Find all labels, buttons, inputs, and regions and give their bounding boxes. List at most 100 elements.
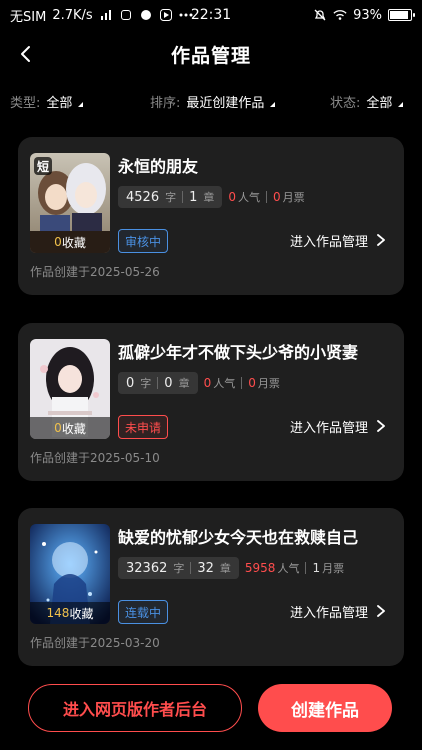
popularity-count: 0	[228, 190, 237, 204]
state-filter[interactable]: 状态: 全部	[330, 92, 404, 111]
manage-work-link[interactable]: 进入作品管理	[290, 600, 386, 622]
type-filter-label: 类型:	[10, 95, 41, 111]
popularity-unit: 人气	[213, 377, 236, 390]
monthly-tickets: 0 月票	[273, 189, 305, 205]
cover-favorites: 0 收藏	[30, 231, 110, 253]
popularity-unit: 人气	[238, 191, 261, 204]
favorites-count: 148	[46, 606, 70, 620]
favorites-label: 收藏	[61, 421, 86, 436]
book-cover[interactable]: 148 收藏	[30, 524, 110, 624]
cover-favorites: 0 收藏	[30, 417, 110, 439]
page-title: 作品管理	[170, 44, 251, 67]
work-card[interactable]: 0 收藏 孤僻少年才不做下头少爷的小贤妻 0 字 0 章 0 人气 0 月票 未…	[18, 323, 404, 481]
word-unit: 字	[165, 191, 177, 204]
status-left: 无SIM 2.7K/s	[10, 6, 193, 25]
book-title[interactable]: 缺爱的忧郁少女今天也在救赎自己	[118, 524, 358, 548]
popularity-count: 0	[203, 376, 212, 390]
word-count: 32362	[126, 560, 168, 576]
book-title[interactable]: 孤僻少年才不做下头少爷的小贤妻	[118, 339, 358, 363]
divider	[182, 191, 184, 203]
status-bar: 无SIM 2.7K/s 22:31 93%	[0, 0, 422, 30]
dropdown-caret-icon	[78, 101, 84, 107]
dropdown-caret-icon	[398, 101, 404, 107]
carrier-label: 无SIM	[10, 9, 47, 25]
type-filter[interactable]: 类型: 全部	[10, 92, 84, 111]
word-unit: 字	[173, 562, 185, 575]
chapter-unit: 章	[219, 562, 231, 575]
monthly-count: 1	[312, 561, 321, 575]
chevron-right-icon	[377, 605, 385, 617]
chapter-count: 1	[189, 189, 198, 205]
chevron-left-icon	[21, 46, 30, 62]
top-bar: 作品管理	[0, 30, 422, 78]
chapter-count: 32	[197, 560, 214, 576]
book-cover[interactable]: 0 收藏	[30, 339, 110, 439]
state-filter-value: 全部	[366, 95, 393, 111]
status-right: 93%	[313, 7, 415, 23]
battery-percent: 93%	[353, 7, 382, 23]
monthly-tickets: 0 月票	[248, 375, 280, 391]
divider	[266, 191, 268, 203]
sort-filter-label: 排序:	[150, 95, 181, 111]
favorites-count: 0	[54, 235, 62, 249]
popularity: 0 人气	[228, 189, 260, 205]
divider	[241, 377, 243, 389]
chevron-right-icon	[377, 234, 385, 246]
favorites-label: 收藏	[69, 606, 94, 621]
divider	[190, 562, 192, 574]
book-title[interactable]: 永恒的朋友	[118, 153, 198, 177]
words-chapters-pill: 0 字 0 章	[118, 372, 198, 394]
create-work-button[interactable]: 创建作品	[258, 684, 392, 732]
work-card[interactable]: 148 收藏 缺爱的忧郁少女今天也在救赎自己 32362 字 32 章 5958…	[18, 508, 404, 666]
monthly-unit: 月票	[282, 191, 305, 204]
stats-row: 0 字 0 章 0 人气 0 月票	[118, 371, 280, 395]
popularity-unit: 人气	[277, 562, 300, 575]
book-cover[interactable]: 短 0 收藏	[30, 153, 110, 253]
app-icon-1	[119, 8, 133, 22]
divider	[305, 562, 307, 574]
signal-icon	[99, 8, 113, 22]
stats-row: 32362 字 32 章 5958 人气 1 月票	[118, 556, 344, 580]
status-badge: 未申请	[118, 415, 169, 439]
created-date: 作品创建于2025-05-26	[30, 265, 160, 279]
favorites-label: 收藏	[61, 235, 86, 250]
chapter-unit: 章	[178, 377, 190, 390]
bell-off-icon	[313, 8, 327, 22]
stats-row: 4526 字 1 章 0 人气 0 月票	[118, 185, 305, 209]
words-chapters-pill: 4526 字 1 章	[118, 186, 223, 208]
back-button[interactable]	[10, 38, 42, 70]
popularity-count: 5958	[244, 561, 276, 575]
chevron-right-icon	[377, 420, 385, 432]
word-count: 4526	[126, 189, 160, 205]
status-badge: 连载中	[118, 600, 169, 624]
short-story-tag: 短	[34, 157, 52, 175]
popularity: 0 人气	[204, 375, 236, 391]
network-speed: 2.7K/s	[52, 7, 93, 23]
web-author-backend-button[interactable]: 进入网页版作者后台	[28, 684, 242, 732]
sort-filter[interactable]: 排序: 最近创建作品	[150, 92, 276, 111]
word-count: 0	[126, 375, 135, 391]
app-icon-2	[139, 8, 153, 22]
created-date: 作品创建于2025-05-10	[30, 451, 160, 465]
monthly-tickets: 1 月票	[312, 560, 344, 576]
manage-work-link[interactable]: 进入作品管理	[290, 229, 386, 251]
words-chapters-pill: 32362 字 32 章	[118, 557, 239, 579]
chapter-count: 0	[164, 375, 173, 391]
work-card[interactable]: 短 0 收藏 永恒的朋友 4526 字 1 章 0 人气 0 月票 审核中 进入…	[18, 137, 404, 295]
chapter-unit: 章	[203, 191, 215, 204]
divider	[157, 377, 159, 389]
word-unit: 字	[140, 377, 152, 390]
type-filter-value: 全部	[46, 95, 73, 111]
dropdown-caret-icon	[270, 101, 276, 107]
manage-work-link[interactable]: 进入作品管理	[290, 415, 386, 437]
status-badge: 审核中	[118, 229, 169, 253]
app-icon-3	[159, 8, 173, 22]
created-date: 作品创建于2025-03-20	[30, 636, 160, 650]
manage-work-label: 进入作品管理	[289, 234, 368, 250]
battery-icon	[388, 9, 415, 21]
sort-filter-value: 最近创建作品	[186, 95, 265, 111]
more-icon	[179, 8, 193, 22]
manage-work-label: 进入作品管理	[289, 605, 368, 621]
favorites-count: 0	[54, 421, 62, 435]
state-filter-label: 状态:	[330, 95, 361, 111]
